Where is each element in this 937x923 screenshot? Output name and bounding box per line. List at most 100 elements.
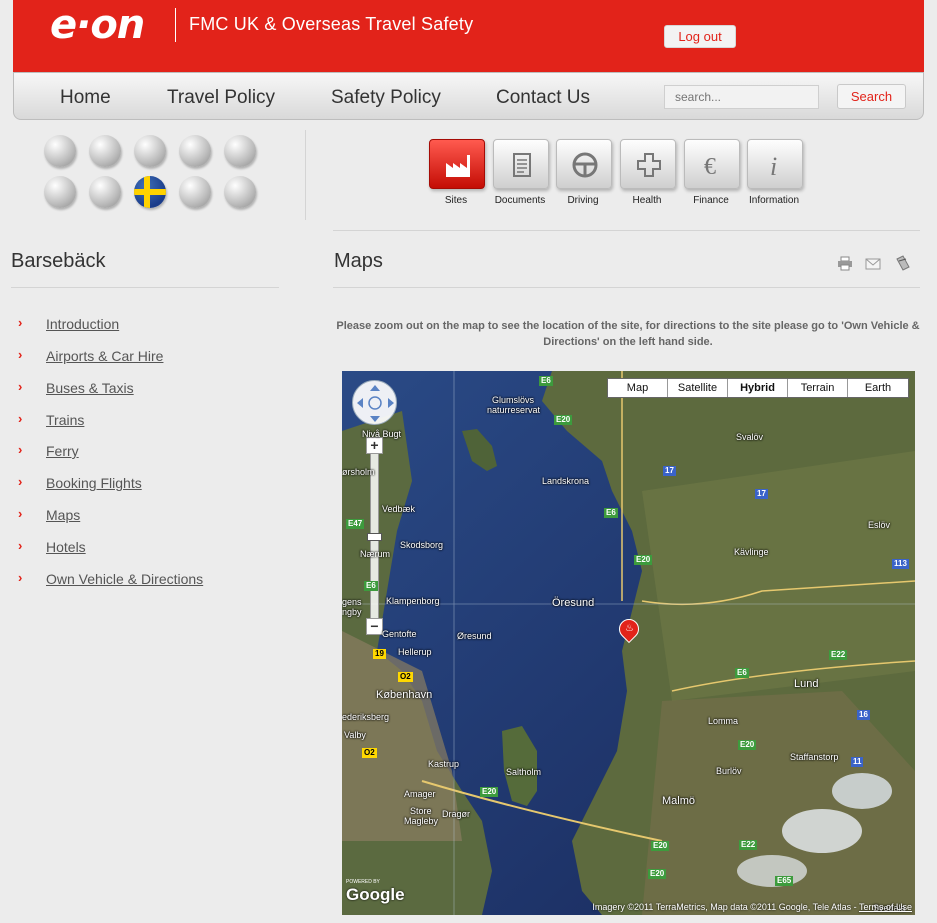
google-logo[interactable]: Google xyxy=(346,885,405,905)
nav-safety-policy[interactable]: Safety Policy xyxy=(331,87,441,109)
health-cross-icon xyxy=(637,153,661,177)
map-type-hybrid[interactable]: Hybrid xyxy=(728,379,788,397)
road-shield: E22 xyxy=(739,840,758,850)
information-button[interactable]: i xyxy=(747,139,803,189)
road-shield: O2 xyxy=(398,672,413,682)
map-label: Klampenborg xyxy=(386,596,440,606)
nav-travel-policy[interactable]: Travel Policy xyxy=(167,87,275,109)
map-label: Dragør xyxy=(442,809,471,819)
map-type-satellite[interactable]: Satellite xyxy=(668,379,728,397)
road-shield: 11 xyxy=(851,757,864,767)
factory-icon xyxy=(446,155,470,177)
sidebar-link[interactable]: Booking Flights xyxy=(46,475,142,491)
road-shield: E65 xyxy=(775,876,794,886)
zoom-slider-handle[interactable] xyxy=(367,533,382,541)
map-label: Nærum xyxy=(360,549,391,559)
road-shield: E22 xyxy=(829,650,848,660)
sidebar-link[interactable]: Buses & Taxis xyxy=(46,380,134,396)
page-title: Maps xyxy=(334,250,383,272)
road-shield: E6 xyxy=(604,508,618,518)
steering-wheel-icon xyxy=(572,152,598,178)
health-button[interactable] xyxy=(620,139,676,189)
sidebar-link[interactable]: Ferry xyxy=(46,443,79,459)
road-shield: 19 xyxy=(373,649,386,659)
terms-of-use-link[interactable]: Terms of Use xyxy=(859,902,912,912)
country-flag[interactable] xyxy=(44,176,76,208)
country-flag-sweden-selected[interactable] xyxy=(134,176,166,208)
bullet-icon: › xyxy=(18,506,23,521)
map-label: Staffanstorp xyxy=(790,752,839,762)
road-shield: E6 xyxy=(735,668,749,678)
country-flag[interactable] xyxy=(224,176,256,208)
site-title: FMC UK & Overseas Travel Safety xyxy=(189,14,474,34)
map-label: Store xyxy=(410,806,432,816)
zoom-out-button[interactable]: − xyxy=(366,618,383,635)
pan-arrows-icon xyxy=(357,385,394,422)
logout-button[interactable]: Log out xyxy=(664,25,736,48)
road-shield: 17 xyxy=(755,489,768,499)
flame-icon: ♨ xyxy=(625,623,634,634)
bullet-icon: › xyxy=(18,411,23,426)
search-input[interactable] xyxy=(664,85,819,109)
road-shield: 16 xyxy=(857,710,870,720)
map-label: Lund xyxy=(794,678,819,690)
svg-text:€: € xyxy=(704,154,716,179)
bullet-icon: › xyxy=(18,538,23,553)
map-label: Kastrup xyxy=(428,759,460,769)
map-type-control: Map Satellite Hybrid Terrain Earth xyxy=(607,378,909,398)
google-map[interactable]: Map Satellite Hybrid Terrain Earth + − G… xyxy=(342,371,915,915)
logo-divider xyxy=(175,8,176,42)
email-icon[interactable] xyxy=(865,258,881,270)
map-label: Øresund xyxy=(457,631,492,641)
country-flag-uk[interactable] xyxy=(224,135,256,167)
country-flag[interactable] xyxy=(89,176,121,208)
map-label: ederiksberg xyxy=(342,712,390,722)
sidebar-link[interactable]: Trains xyxy=(46,412,84,428)
nav-home[interactable]: Home xyxy=(60,87,111,109)
nav-contact-us[interactable]: Contact Us xyxy=(496,87,590,109)
search-button[interactable]: Search xyxy=(837,84,906,109)
bullet-icon: › xyxy=(18,442,23,457)
bullet-icon: › xyxy=(18,474,23,489)
pan-control[interactable] xyxy=(352,380,397,425)
road-shield: 17 xyxy=(663,466,676,476)
map-copyright: Imagery ©2011 TerraMetrics, Map data ©20… xyxy=(592,902,912,912)
finance-button[interactable]: € xyxy=(684,139,740,189)
documents-button[interactable] xyxy=(493,139,549,189)
information-label: Information xyxy=(748,195,800,206)
map-label: Valby xyxy=(344,730,366,740)
driving-button[interactable] xyxy=(556,139,612,189)
country-flag[interactable] xyxy=(89,135,121,167)
bullet-icon: › xyxy=(18,315,23,330)
road-shield: E6 xyxy=(364,581,378,591)
sidebar-link[interactable]: Own Vehicle & Directions xyxy=(46,571,203,587)
sidebar-link[interactable]: Introduction xyxy=(46,316,119,332)
map-type-map[interactable]: Map xyxy=(608,379,668,397)
map-type-earth[interactable]: Earth xyxy=(848,379,908,397)
map-label: ngby xyxy=(342,607,362,617)
map-label: Lomma xyxy=(708,716,739,726)
edit-icon[interactable] xyxy=(895,255,911,271)
map-type-terrain[interactable]: Terrain xyxy=(788,379,848,397)
header-bar: e·on FMC UK & Overseas Travel Safety Log… xyxy=(13,0,924,74)
header-divider xyxy=(305,130,306,220)
zoom-in-button[interactable]: + xyxy=(366,437,383,454)
road-shield: E20 xyxy=(651,841,670,851)
print-icon[interactable] xyxy=(837,255,853,271)
country-flag[interactable] xyxy=(179,135,211,167)
country-flag[interactable] xyxy=(179,176,211,208)
divider xyxy=(11,287,279,288)
country-flag-globe[interactable] xyxy=(44,135,76,167)
eon-logo[interactable]: e·on xyxy=(50,2,145,48)
sidebar-link[interactable]: Maps xyxy=(46,507,80,523)
map-label: Glumslövs xyxy=(492,395,535,405)
info-icon: i xyxy=(770,152,777,179)
country-flag[interactable] xyxy=(134,135,166,167)
map-label: Nivå Bugt xyxy=(362,429,402,439)
map-label: Landskrona xyxy=(542,476,590,486)
sites-button[interactable] xyxy=(429,139,485,189)
svg-text:i: i xyxy=(770,152,777,179)
bullet-icon: › xyxy=(18,379,23,394)
sidebar-link[interactable]: Airports & Car Hire xyxy=(46,348,163,364)
sidebar-link[interactable]: Hotels xyxy=(46,539,86,555)
